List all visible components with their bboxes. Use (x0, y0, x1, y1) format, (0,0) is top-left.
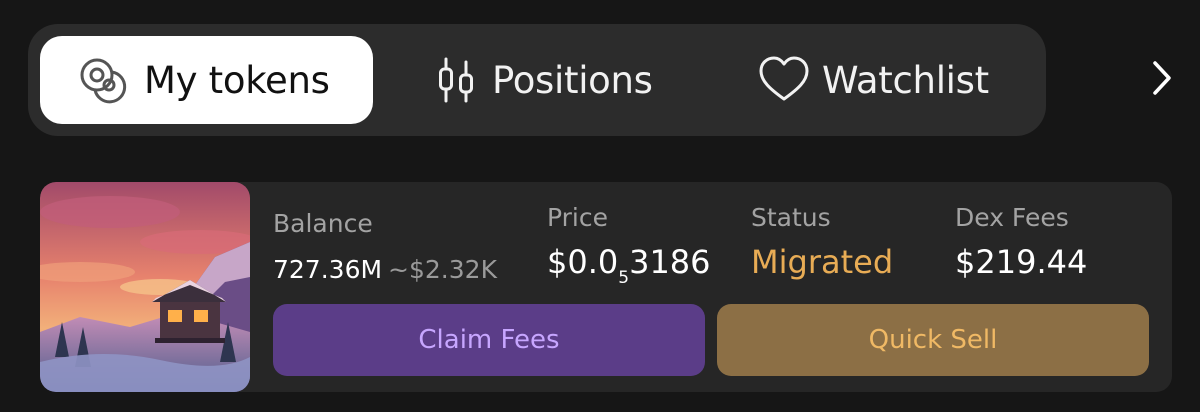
balance-amount: 727.36M (273, 255, 383, 284)
token-image (40, 182, 250, 392)
price-digits: 3186 (629, 243, 711, 281)
balance-value: 727.36M ~$2.32K (273, 250, 497, 290)
candlestick-icon (432, 56, 480, 104)
balance-usd: ~$2.32K (388, 255, 497, 284)
status-badge: Migrated (751, 243, 894, 281)
coins-icon (76, 52, 132, 108)
tab-positions-label: Positions (492, 58, 653, 102)
tab-my-tokens[interactable]: My tokens (40, 36, 373, 124)
claim-fees-button[interactable]: Claim Fees (273, 304, 705, 376)
price-value: $0.053186 (547, 242, 711, 298)
status-label: Status (751, 203, 831, 232)
my-tokens-panel: My tokens Positions Watchlist Balance 72… (0, 0, 1200, 412)
token-card[interactable]: Balance 727.36M ~$2.32K Price $0.053186 S… (40, 182, 1172, 392)
dex-fees-label: Dex Fees (955, 203, 1069, 232)
price-label: Price (547, 203, 608, 232)
tab-my-tokens-label: My tokens (144, 58, 330, 102)
tab-watchlist-label: Watchlist (822, 58, 989, 102)
tab-bar: My tokens Positions Watchlist (28, 24, 1046, 136)
heart-icon (756, 52, 812, 108)
tab-positions[interactable]: Positions (432, 36, 653, 124)
scroll-tabs-button[interactable] (1140, 58, 1184, 102)
status-stat: Status Migrated (751, 202, 893, 282)
dex-fees-stat: Dex Fees $219.44 (955, 202, 1087, 282)
dex-fees-value: $219.44 (955, 243, 1088, 281)
balance-label: Balance (273, 209, 373, 238)
chevron-right-icon (1147, 58, 1177, 102)
price-stat: Price $0.053186 (547, 202, 711, 298)
tab-watchlist[interactable]: Watchlist (756, 36, 989, 124)
price-zero-count: 5 (618, 268, 630, 288)
price-prefix: $0.0 (547, 243, 619, 281)
quick-sell-button[interactable]: Quick Sell (717, 304, 1149, 376)
balance-stat: Balance 727.36M ~$2.32K (273, 208, 497, 290)
